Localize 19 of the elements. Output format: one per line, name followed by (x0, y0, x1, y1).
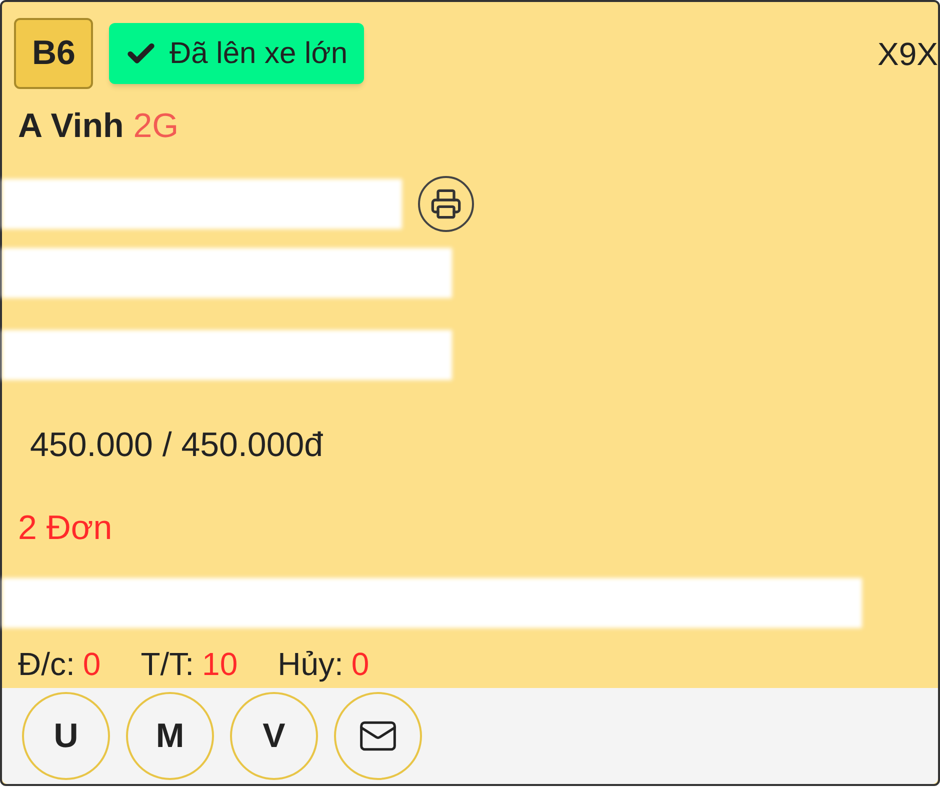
letter-button[interactable]: V (230, 692, 318, 780)
print-button[interactable] (418, 176, 474, 232)
status-badge: Đã lên xe lớn (109, 23, 364, 84)
stat-label: Hủy: (278, 645, 344, 684)
stat-value: 0 (351, 645, 370, 684)
stat-value: 10 (202, 645, 238, 684)
mail-button[interactable] (334, 692, 422, 780)
customer-name: A Vinh (18, 107, 124, 145)
vehicle-code: X9X (878, 34, 938, 74)
stat-label: Đ/c: (18, 645, 75, 684)
letter-button[interactable]: M (126, 692, 214, 780)
price-text: 450.000 / 450.000đ (29, 425, 324, 466)
order-count: 2 Đơn (17, 508, 114, 549)
slot-badge: B6 (14, 18, 94, 89)
letter-button[interactable]: U (22, 692, 110, 780)
stat-label: T/T: (140, 645, 194, 684)
stat-value: 0 (82, 645, 101, 684)
printer-icon (430, 188, 462, 220)
customer-tag: 2G (133, 107, 179, 145)
